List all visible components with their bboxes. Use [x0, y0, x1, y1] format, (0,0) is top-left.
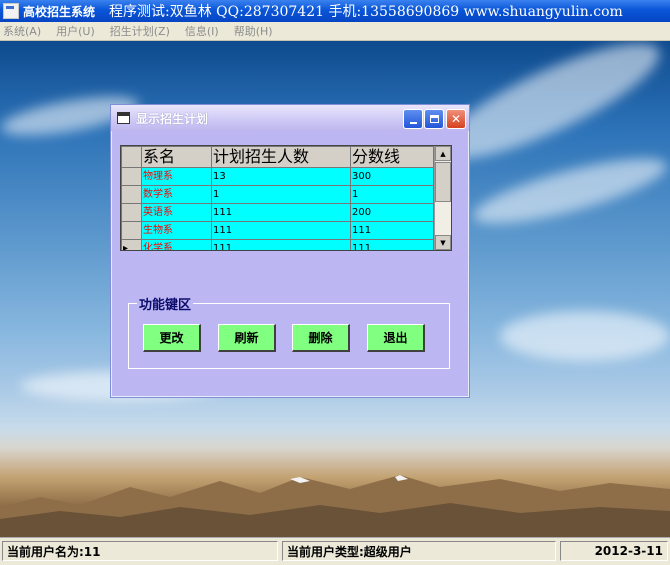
menu-system[interactable]: 系统(A) — [3, 23, 41, 39]
scroll-thumb[interactable] — [435, 162, 451, 202]
cell-score-line[interactable]: 200 — [350, 203, 434, 222]
cell-department[interactable]: 化学系 — [141, 239, 212, 250]
row-selector[interactable] — [121, 167, 142, 186]
cell-department[interactable]: 英语系 — [141, 203, 212, 222]
status-date: 2012-3-11 — [560, 541, 668, 561]
menu-enrollment-plan[interactable]: 招生计划(Z) — [110, 23, 170, 39]
row-selector[interactable] — [121, 221, 142, 240]
scroll-down-button[interactable]: ▼ — [435, 235, 451, 250]
group-label: 功能键区 — [137, 294, 194, 313]
maximize-icon — [429, 115, 439, 123]
triangle-up-icon: ▲ — [440, 149, 446, 158]
table-row[interactable]: 物理系 13 300 — [121, 167, 434, 186]
cell-score-line[interactable]: 1 — [350, 185, 434, 204]
minimize-icon — [409, 122, 417, 124]
menu-user[interactable]: 用户(U) — [56, 23, 95, 39]
cell-score-line[interactable]: 111 — [350, 221, 434, 240]
cell-planned-count[interactable]: 111 — [211, 203, 351, 222]
cell-department[interactable]: 数学系 — [141, 185, 212, 204]
delete-button[interactable]: 删除 — [292, 324, 350, 352]
function-key-group: 功能键区 更改 刷新 删除 退出 — [128, 294, 450, 369]
menu-help[interactable]: 帮助(H) — [234, 23, 273, 39]
cell-planned-count[interactable]: 13 — [211, 167, 351, 186]
minimize-button[interactable] — [403, 109, 423, 129]
grid-corner — [121, 146, 142, 168]
column-header-score-line[interactable]: 分数线 — [350, 146, 434, 168]
close-button[interactable]: ✕ — [446, 109, 466, 129]
exit-button[interactable]: 退出 — [367, 324, 425, 352]
grid-vertical-scrollbar[interactable]: ▲ ▼ — [434, 146, 451, 250]
row-selector[interactable] — [121, 203, 142, 222]
cell-planned-count[interactable]: 111 — [211, 239, 351, 250]
maximize-button[interactable] — [424, 109, 444, 129]
menu-info[interactable]: 信息(I) — [185, 23, 219, 39]
table-row[interactable]: ▸ 化学系 111 111 — [121, 239, 434, 250]
column-header-planned-count[interactable]: 计划招生人数 — [211, 146, 351, 168]
refresh-button[interactable]: 刷新 — [218, 324, 276, 352]
scroll-up-button[interactable]: ▲ — [435, 146, 451, 161]
grid-header-row: 系名 计划招生人数 分数线 — [121, 146, 434, 168]
child-window-title: 显示招生计划 — [136, 111, 209, 126]
app-title-bar[interactable]: 高校招生系统 程序测试:双鱼林 QQ:287307421 手机:13558690… — [0, 0, 670, 22]
row-selector-current[interactable]: ▸ — [121, 239, 142, 250]
app-title: 高校招生系统 — [23, 4, 96, 19]
status-user-type: 当前用户类型:超级用户 — [282, 541, 556, 561]
menu-bar: 系统(A) 用户(U) 招生计划(Z) 信息(I) 帮助(H) — [0, 22, 670, 41]
enrollment-plan-window: 显示招生计划 ✕ 系名 计划招生人数 分数线 物理系 13 300 数学系 1 … — [110, 104, 470, 398]
close-icon: ✕ — [450, 112, 462, 126]
plan-data-grid[interactable]: 系名 计划招生人数 分数线 物理系 13 300 数学系 1 1 英语系 111… — [120, 145, 452, 251]
cell-department[interactable]: 生物系 — [141, 221, 212, 240]
cell-department[interactable]: 物理系 — [141, 167, 212, 186]
status-user-name: 当前用户名为:11 — [2, 541, 278, 561]
app-icon — [3, 3, 19, 19]
table-row[interactable]: 生物系 111 111 — [121, 221, 434, 240]
mountain-range — [0, 475, 670, 537]
update-button[interactable]: 更改 — [143, 324, 201, 352]
app-banner: 程序测试:双鱼林 QQ:287307421 手机:13558690869 www… — [109, 4, 623, 20]
row-selector[interactable] — [121, 185, 142, 204]
cell-planned-count[interactable]: 111 — [211, 221, 351, 240]
child-title-bar[interactable]: 显示招生计划 ✕ — [111, 105, 469, 131]
triangle-down-icon: ▼ — [440, 238, 446, 247]
table-row[interactable]: 英语系 111 200 — [121, 203, 434, 222]
status-bar: 当前用户名为:11 当前用户类型:超级用户 2012-3-11 — [0, 537, 670, 565]
cell-score-line[interactable]: 111 — [350, 239, 434, 250]
column-header-department[interactable]: 系名 — [141, 146, 212, 168]
cell-score-line[interactable]: 300 — [350, 167, 434, 186]
table-row[interactable]: 数学系 1 1 — [121, 185, 434, 204]
cell-planned-count[interactable]: 1 — [211, 185, 351, 204]
window-icon — [117, 112, 130, 124]
